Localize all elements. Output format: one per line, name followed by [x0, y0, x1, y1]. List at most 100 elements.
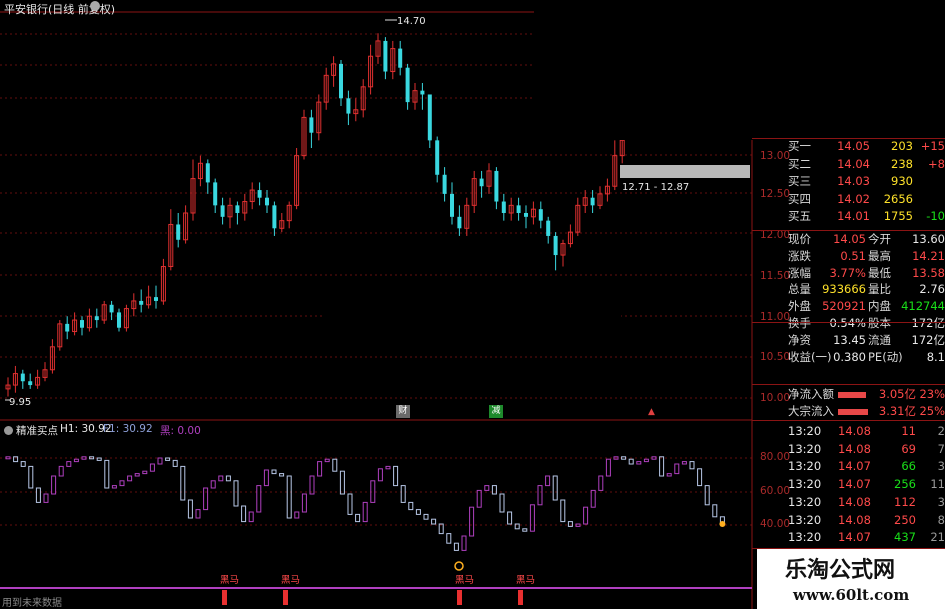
flow-bar: [838, 392, 866, 398]
quote-value: 2.76: [919, 282, 945, 297]
tick-volume: 437: [894, 530, 916, 545]
quote-value: 8.1: [926, 349, 945, 364]
candle-body: [154, 297, 158, 301]
indicator-bar: [271, 469, 277, 475]
tick-price: 14.07: [838, 459, 871, 474]
indicator-bar: [408, 501, 414, 511]
quote-label: 最低: [868, 265, 891, 280]
orderbook-change: -10: [926, 209, 945, 223]
candle-body: [590, 197, 595, 206]
tick-row[interactable]: 13:20 14.07 256 11: [758, 476, 945, 493]
indicator-bar: [241, 505, 247, 523]
tick-row[interactable]: 13:20 14.08 11 2: [758, 423, 945, 440]
indicator-settings-icon[interactable]: [4, 426, 13, 435]
orderbook-volume: 238: [891, 156, 913, 171]
orderbook-price: 14.02: [837, 191, 870, 206]
panel-divider: [752, 420, 945, 421]
orderbook-row[interactable]: 买五 14.01 1755 -10: [758, 208, 945, 225]
quote-value: 0.54%: [829, 316, 866, 330]
orderbook-price: 14.05: [837, 139, 870, 153]
candle-body: [516, 205, 521, 213]
settings-icon[interactable]: [90, 1, 100, 11]
indicator-bar: [522, 528, 528, 532]
indicator-name[interactable]: 精准买点: [16, 423, 58, 438]
orderbook-volume: 2656: [883, 191, 913, 206]
quote-row: 净资 13.45 流通 172亿: [758, 332, 945, 349]
candle-body: [405, 67, 410, 103]
indicator-bar: [545, 475, 551, 487]
flow-row: 净流入额 3.05亿 23%: [758, 386, 945, 403]
indicator-bar: [66, 461, 72, 467]
tick-row[interactable]: 13:20 14.08 69 7: [758, 441, 945, 458]
quote-value: 13.45: [833, 332, 866, 347]
tick-row[interactable]: 13:20 14.08 250 8: [758, 512, 945, 529]
panel-divider: [752, 384, 945, 385]
quote-label: 净资: [788, 332, 811, 347]
tick-volume: 66: [901, 459, 916, 474]
orderbook-row[interactable]: 买二 14.04 238 +8: [758, 156, 945, 173]
indicator-bar: [157, 457, 163, 465]
quote-value: 520921: [822, 299, 866, 314]
indicator-bar: [142, 470, 148, 475]
indicator-bar: [294, 511, 300, 519]
flow-value: 3.31亿: [878, 404, 916, 418]
candle-body: [553, 235, 558, 256]
indicator-current-dot: [719, 521, 726, 527]
indicator-bar: [385, 465, 391, 470]
signal-label: 黑马: [516, 575, 536, 586]
candle-body: [65, 323, 70, 332]
candle-body: [501, 201, 506, 213]
watermark-url: www.60lt.com: [793, 586, 910, 604]
tick-row[interactable]: 13:20 14.08 112 3: [758, 494, 945, 511]
quote-value: 13.60: [912, 232, 945, 246]
quote-value: 14.05: [833, 232, 866, 246]
candle-body: [309, 117, 314, 133]
indicator-bar: [560, 499, 566, 523]
tick-volume: 11: [901, 424, 916, 438]
watermark-title: 乐淘公式网: [785, 557, 896, 583]
event-tag-finance[interactable]: 财: [396, 405, 410, 418]
event-tag-reduce[interactable]: 减: [489, 405, 503, 418]
quote-value: 14.21: [912, 248, 945, 263]
quote-label: 最高: [868, 248, 891, 263]
event-tag-up[interactable]: ▲: [648, 407, 655, 417]
candle-body: [442, 174, 447, 194]
indicator-bar: [697, 468, 703, 487]
indicator-bar: [134, 473, 140, 477]
indicator-bar: [73, 458, 79, 463]
tick-volume: 256: [894, 477, 916, 492]
candle-body: [80, 320, 84, 328]
indicator-bar: [507, 511, 513, 525]
indicator-bar: [453, 542, 459, 551]
indicator-bar: [355, 513, 361, 523]
orderbook-row[interactable]: 买三 14.03 930: [758, 173, 945, 190]
candle-body: [339, 63, 343, 99]
signal-bar: [283, 590, 288, 605]
indicator-bar: [256, 485, 262, 513]
indicator-bar: [552, 475, 558, 501]
tick-row[interactable]: 13:20 14.07 66 3: [758, 458, 945, 475]
quote-row: 收益(一) 0.380 PE(动) 8.1: [758, 349, 945, 366]
range-marker: 12.71 - 12.87: [622, 182, 690, 193]
quote-row: 涨跌 0.51 最高 14.21: [758, 248, 945, 265]
indicator-bar: [628, 458, 634, 465]
indicator-bar: [347, 493, 353, 515]
tick-volume: 250: [894, 512, 916, 527]
indicator-bar: [286, 475, 292, 519]
panel-divider: [752, 230, 945, 231]
quote-value: 933666: [822, 282, 866, 297]
orderbook-row[interactable]: 买四 14.02 2656: [758, 191, 945, 208]
quote-label: 量比: [868, 282, 891, 297]
tick-row[interactable]: 13:20 14.07 437 21: [758, 529, 945, 546]
indicator-bar: [51, 475, 57, 495]
candle-body: [94, 316, 99, 321]
indicator-bar: [659, 456, 665, 477]
orderbook-row[interactable]: 买一 14.05 203 +15: [758, 138, 945, 155]
highlight-bar: [620, 165, 750, 178]
indicator-bar: [58, 465, 64, 477]
indicator-bar: [393, 465, 399, 487]
indicator-bar: [180, 465, 186, 501]
tick-count: 2: [937, 424, 945, 438]
low-marker: 9.95: [9, 397, 32, 408]
orderbook-label: 买二: [788, 156, 811, 171]
